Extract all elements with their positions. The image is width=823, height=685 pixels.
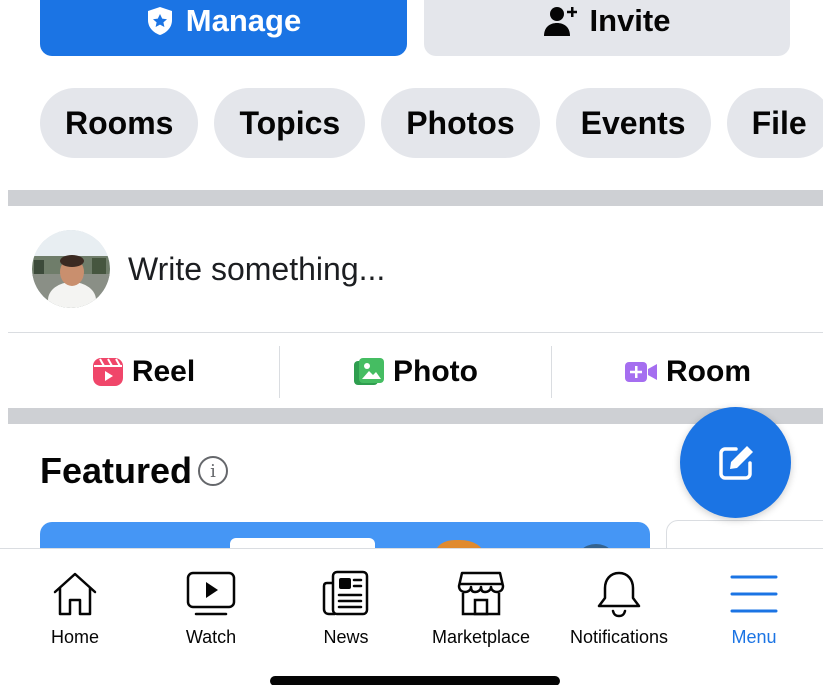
reel-button[interactable]: Reel bbox=[8, 346, 279, 398]
room-label: Room bbox=[666, 355, 751, 388]
composer-actions: Reel Photo Room bbox=[8, 346, 823, 398]
reel-label: Reel bbox=[131, 355, 196, 388]
composer-placeholder[interactable]: Write something... bbox=[128, 251, 385, 288]
tab-notifications-label: Notifications bbox=[569, 627, 669, 647]
tab-watch[interactable]: Watch bbox=[166, 549, 256, 659]
tab-marketplace-label: Marketplace bbox=[431, 627, 531, 647]
add-person-icon bbox=[543, 7, 577, 36]
tab-home[interactable]: Home bbox=[35, 549, 115, 659]
photo-icon bbox=[354, 358, 384, 385]
home-indicator bbox=[270, 676, 560, 685]
info-icon[interactable]: i bbox=[198, 456, 229, 486]
chip-photos[interactable]: Photos bbox=[381, 88, 540, 158]
manage-button[interactable]: Manage bbox=[40, 0, 407, 56]
photo-label: Photo bbox=[393, 355, 478, 388]
tab-marketplace[interactable]: Marketplace bbox=[426, 549, 536, 659]
reel-icon bbox=[92, 358, 123, 386]
marketplace-icon bbox=[457, 571, 505, 616]
section-chips: Rooms Topics Photos Events File bbox=[40, 88, 823, 158]
home-icon bbox=[53, 572, 97, 616]
composer-separator bbox=[8, 332, 823, 333]
featured-title: Featured bbox=[40, 450, 193, 491]
composer[interactable]: Write something... bbox=[32, 230, 385, 308]
watch-icon bbox=[186, 571, 236, 616]
edit-icon bbox=[718, 445, 753, 480]
news-icon bbox=[322, 570, 369, 616]
photo-button[interactable]: Photo bbox=[280, 346, 551, 398]
tab-news-label: News bbox=[323, 627, 369, 647]
invite-label: Invite bbox=[589, 3, 671, 38]
video-room-icon bbox=[625, 362, 657, 382]
room-button[interactable]: Room bbox=[552, 346, 823, 398]
chip-files[interactable]: File bbox=[726, 88, 823, 158]
compose-fab[interactable] bbox=[680, 407, 791, 518]
invite-button[interactable]: Invite bbox=[424, 0, 790, 56]
chip-rooms[interactable]: Rooms bbox=[40, 88, 199, 158]
manage-label: Manage bbox=[185, 3, 302, 38]
bell-icon bbox=[597, 571, 641, 618]
tab-menu[interactable]: Menu bbox=[709, 549, 799, 659]
featured-header: Featured i bbox=[40, 450, 229, 492]
menu-icon bbox=[730, 575, 778, 613]
chip-topics[interactable]: Topics bbox=[214, 88, 366, 158]
tab-watch-label: Watch bbox=[185, 627, 237, 647]
tab-news[interactable]: News bbox=[301, 549, 391, 659]
tab-home-label: Home bbox=[50, 627, 99, 647]
section-divider bbox=[8, 190, 823, 206]
shield-star-icon bbox=[147, 7, 172, 35]
tab-notifications[interactable]: Notifications bbox=[559, 549, 679, 659]
tab-menu-label: Menu bbox=[731, 627, 777, 647]
chip-events[interactable]: Events bbox=[555, 88, 711, 158]
avatar[interactable] bbox=[32, 230, 110, 308]
bottom-tab-bar: Home Watch News Marketplace Notification… bbox=[0, 548, 823, 685]
